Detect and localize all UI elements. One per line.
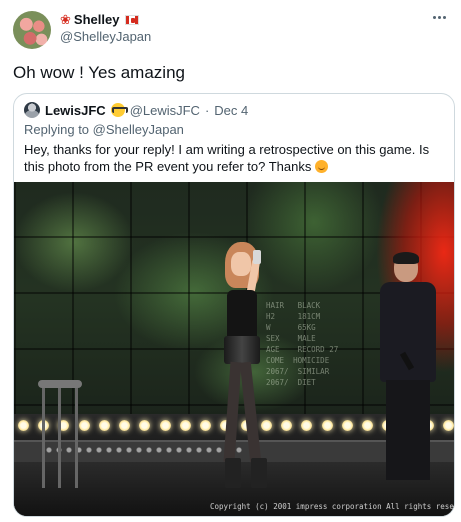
quoted-tweet-card[interactable]: LewisJFC @LewisJFC · Dec 4 Replying to @… <box>13 93 455 517</box>
event-photo[interactable]: HAIR BLACK H2 181CM W 65KG SEX MALE AGE … <box>14 182 455 516</box>
quoted-text: Hey, thanks for your reply! I am writing… <box>24 141 444 175</box>
quoted-avatar[interactable] <box>24 102 40 118</box>
quoted-date[interactable]: Dec 4 <box>214 103 248 118</box>
author-display-name[interactable]: Shelley <box>74 12 120 27</box>
photo-copyright: Copyright (c) 2001 impress corporation A… <box>210 502 455 511</box>
tweet: ❀ Shelley @ShelleyJapan Oh wow ! Yes ama… <box>0 0 461 522</box>
stool <box>38 380 82 490</box>
smiling-face-icon <box>314 160 328 173</box>
performer-woman <box>209 240 279 490</box>
author-name-row[interactable]: ❀ Shelley <box>60 11 140 27</box>
canada-flag-icon <box>125 14 140 25</box>
replying-to: Replying to @ShelleyJapan <box>24 122 184 137</box>
nerd-face-icon <box>110 103 128 117</box>
author-avatar[interactable] <box>13 11 51 49</box>
quoted-text-body: Hey, thanks for your reply! I am writing… <box>24 142 430 174</box>
separator-dot: · <box>204 102 210 118</box>
more-options-icon[interactable] <box>433 12 449 22</box>
tweet-text: Oh wow ! Yes amazing <box>13 63 185 82</box>
quoted-display-name[interactable]: LewisJFC <box>45 103 106 118</box>
quoted-header: LewisJFC @LewisJFC · Dec 4 <box>24 102 248 118</box>
quoted-handle[interactable]: @LewisJFC <box>130 103 200 118</box>
presenter-man <box>374 252 444 484</box>
author-handle[interactable]: @ShelleyJapan <box>60 29 151 44</box>
maple-leaf-icon: ❀ <box>60 11 71 27</box>
